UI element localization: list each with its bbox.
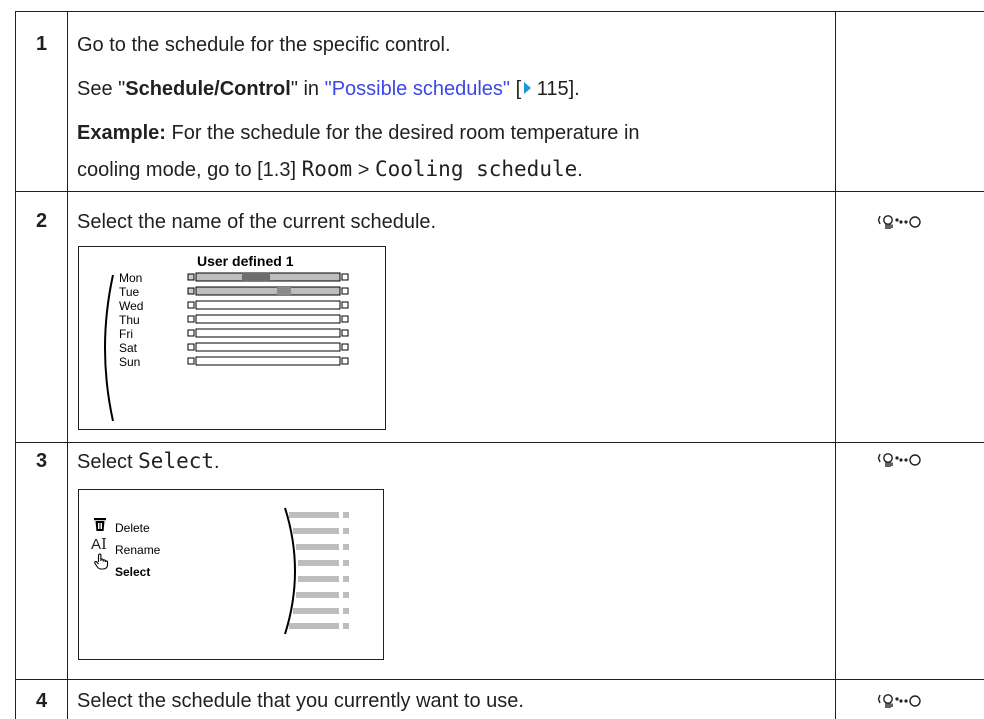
step-text: Select the schedule that you currently w… — [77, 690, 524, 712]
dial-arc-icon — [104, 274, 114, 422]
day-label: Wed — [119, 299, 144, 313]
day-label: Fri — [119, 327, 133, 341]
page-reference[interactable]: 115 — [531, 78, 569, 100]
example-text: cooling mode, go to [1.3] Room > Cooling… — [77, 157, 583, 182]
step-text: Go to the schedule for the specific cont… — [77, 34, 451, 56]
day-label: Mon — [119, 271, 143, 285]
turn-dial-icon — [877, 694, 921, 708]
step-text: See "Schedule/Control" in "Possible sche… — [77, 77, 580, 101]
text: " in — [290, 78, 325, 100]
text: See " — [77, 78, 126, 100]
step-text: Select the name of the current schedule. — [77, 211, 437, 233]
step-text: Select Select. — [77, 449, 220, 474]
example-text: Example: For the schedule for the desire… — [77, 121, 640, 145]
menu-code-select: Select — [138, 449, 215, 473]
text: cooling mode, go to [1.3] — [77, 159, 302, 181]
step-number: 2 — [36, 210, 48, 232]
table-left-border — [15, 11, 16, 719]
turn-dial-icon — [877, 215, 921, 229]
day-list: Mon Tue Wed Thu Fri Sat Sun — [119, 271, 143, 369]
table-top-border — [15, 11, 984, 12]
step-number: 1 — [36, 33, 48, 55]
menu-item-rename[interactable]: Rename — [115, 543, 160, 557]
row-divider-1 — [15, 191, 984, 192]
text: . — [577, 159, 583, 181]
turn-dial-icon — [877, 453, 921, 467]
schedule-control-term: Schedule/Control — [125, 78, 291, 100]
day-label: Sat — [119, 341, 138, 355]
day-label: Tue — [119, 285, 140, 299]
row-divider-3 — [15, 679, 984, 680]
text: For the schedule for the desired room te… — [165, 122, 640, 144]
example-label: Example: — [77, 122, 166, 144]
column-divider-icon — [835, 11, 836, 719]
day-label: Thu — [119, 313, 140, 327]
text: Select — [77, 451, 139, 473]
trash-icon — [94, 518, 106, 531]
text: > — [352, 159, 375, 181]
text: [ — [510, 78, 522, 100]
schedule-bars — [187, 272, 349, 366]
menu-item-delete[interactable]: Delete — [115, 521, 150, 535]
menu-item-select[interactable]: Select — [115, 565, 150, 579]
schedule-screen: User defined 1 Mon Tue Wed Thu Fri Sat S… — [78, 246, 386, 430]
text: . — [214, 451, 220, 473]
day-label: Sun — [119, 355, 141, 369]
possible-schedules-link[interactable]: "Possible schedules" — [325, 78, 510, 100]
menu-screen: AI Delete Rename Select — [78, 489, 384, 660]
dial-arc-icon — [284, 507, 349, 635]
menu-code-cooling-schedule: Cooling schedule — [374, 157, 578, 181]
hand-pointer-icon — [94, 553, 109, 570]
text-cursor-icon: AI — [91, 535, 107, 553]
step-number: 3 — [36, 450, 48, 472]
text: ]. — [568, 78, 580, 100]
column-divider-number — [67, 11, 68, 719]
row-divider-2 — [15, 442, 984, 443]
step-number: 4 — [36, 690, 48, 712]
schedule-title: User defined 1 — [197, 253, 294, 269]
menu-code-room: Room — [301, 157, 353, 181]
